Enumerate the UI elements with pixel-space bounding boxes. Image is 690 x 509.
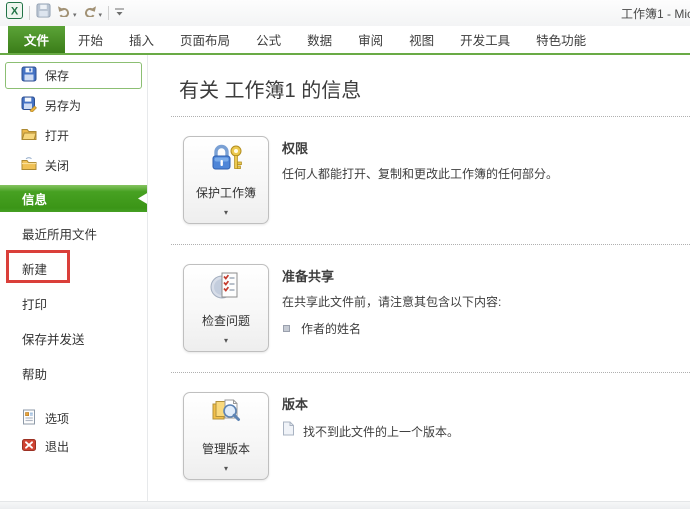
version-note: 找不到此文件的上一个版本。 [282, 421, 459, 441]
tab-view[interactable]: 视图 [396, 26, 447, 53]
dropdown-caret-icon [224, 458, 228, 476]
sidebar-item-label: 打开 [45, 128, 70, 143]
version-note-text: 找不到此文件的上一个版本。 [303, 424, 460, 439]
quick-access-toolbar: X [6, 2, 125, 24]
manage-versions-button[interactable]: 管理版本 [183, 392, 269, 480]
tab-file[interactable]: 文件 [8, 26, 66, 53]
tab-special-features[interactable]: 特色功能 [523, 26, 599, 53]
version-file-icon [282, 421, 295, 441]
sidebar-item-exit[interactable]: 退出 [0, 433, 147, 460]
floppy-icon [21, 66, 37, 85]
window-bottom-edge [0, 501, 690, 509]
backstage-nav: 信息 最近所用文件 新建 打印 保存并发送 帮助 [0, 185, 147, 394]
undo-dropdown-caret-icon[interactable] [73, 4, 77, 22]
button-label: 保护工作簿 [195, 185, 256, 200]
tab-data[interactable]: 数据 [294, 26, 345, 53]
undo-icon [57, 4, 71, 22]
sidebar-item-print[interactable]: 打印 [0, 289, 147, 317]
protect-workbook-button[interactable]: 保护工作簿 [183, 136, 269, 224]
sidebar-item-info[interactable]: 信息 [0, 185, 147, 212]
tab-insert[interactable]: 插入 [116, 26, 167, 53]
section-heading: 版本 [282, 397, 309, 412]
svg-text:X: X [11, 6, 19, 18]
section-heading: 权限 [282, 141, 309, 156]
save-as-icon [21, 96, 37, 115]
save-icon[interactable] [36, 3, 51, 23]
close-folder-icon [21, 156, 37, 175]
tab-formulas[interactable]: 公式 [243, 26, 294, 53]
sidebar-item-close[interactable]: 关闭 [0, 151, 147, 179]
share-issue-label: 作者的姓名 [301, 322, 362, 336]
sidebar-item-label: 选项 [45, 412, 70, 426]
sidebar-item-options[interactable]: 选项 [0, 405, 147, 432]
sidebar-item-label: 另存为 [45, 98, 82, 113]
redo-button[interactable] [83, 4, 103, 22]
check-issues-button[interactable]: 检查问题 [183, 264, 269, 352]
window-title: 工作簿1 - Mic [620, 6, 690, 21]
tab-home[interactable]: 开始 [65, 26, 116, 53]
manage-versions-icon [209, 397, 243, 436]
ribbon-tab-row: 文件 开始 插入 页面布局 公式 数据 审阅 视图 开发工具 特色功能 [0, 26, 690, 55]
exit-icon [21, 437, 37, 456]
toolbar-separator [108, 6, 110, 20]
undo-button[interactable] [57, 4, 77, 22]
permissions-text: 权限 任何人都能打开、复制和更改此工作簿的任何部分。 [282, 136, 558, 182]
dropdown-caret-icon [224, 330, 228, 348]
lock-key-icon [208, 141, 244, 180]
redo-icon [83, 4, 97, 22]
prepare-sharing-section: 检查问题 准备共享 在共享此文件前，请注意其包含以下内容: 作者的姓名 [148, 245, 690, 372]
button-label: 管理版本 [201, 441, 250, 456]
dropdown-caret-icon [224, 202, 228, 220]
section-heading: 准备共享 [282, 269, 335, 284]
sidebar-item-save-and-send[interactable]: 保存并发送 [0, 324, 147, 352]
share-issue-item: 作者的姓名 [283, 320, 501, 337]
sidebar-item-save[interactable]: 保存 [5, 62, 142, 89]
button-label: 检查问题 [201, 313, 250, 328]
sidebar-item-label: 新建 [22, 262, 48, 277]
options-icon [21, 409, 37, 428]
customize-qat-icon[interactable] [115, 4, 125, 22]
sidebar-bottom-group: 选项 退出 [0, 405, 147, 461]
sidebar-item-save-as[interactable]: 另存为 [0, 91, 147, 119]
tab-developer[interactable]: 开发工具 [447, 26, 523, 53]
backstage-sidebar: 保存 另存为 打开 关闭 信息 最近所用文件 新建 打印 保存并发送 帮助 选项… [0, 55, 148, 509]
tab-page-layout[interactable]: 页面布局 [167, 26, 243, 53]
section-description: 任何人都能打开、复制和更改此工作簿的任何部分。 [282, 167, 559, 181]
sidebar-item-label: 保存 [45, 69, 70, 83]
sidebar-item-recent[interactable]: 最近所用文件 [0, 219, 147, 247]
sidebar-item-label: 退出 [45, 440, 70, 454]
versions-text: 版本 找不到此文件的上一个版本。 [282, 392, 459, 441]
page-title: 有关 工作簿1 的信息 [179, 80, 362, 102]
backstage-main: 保存 另存为 打开 关闭 信息 最近所用文件 新建 打印 保存并发送 帮助 选项… [0, 55, 690, 509]
inspect-document-icon [209, 269, 243, 308]
bullet-square-icon [283, 325, 290, 332]
info-pane: 有关 工作簿1 的信息 保护工作簿 权限 任何人都能打开、复制和更改此工作簿的任… [148, 55, 690, 509]
sidebar-item-new[interactable]: 新建 [0, 250, 147, 283]
toolbar-separator [29, 6, 30, 20]
permissions-section: 保护工作簿 权限 任何人都能打开、复制和更改此工作簿的任何部分。 [148, 117, 690, 244]
versions-section: 管理版本 版本 找不到此文件的上一个版本。 [148, 373, 690, 500]
sidebar-item-label: 关闭 [45, 158, 70, 173]
redo-dropdown-caret-icon[interactable] [99, 4, 103, 22]
section-description: 在共享此文件前，请注意其包含以下内容: [282, 295, 502, 309]
tab-review[interactable]: 审阅 [345, 26, 396, 53]
excel-logo-icon[interactable]: X [6, 2, 23, 24]
excel-backstage-window: X 工作簿1 - Mic [0, 0, 690, 509]
sidebar-item-open[interactable]: 打开 [0, 121, 147, 149]
open-folder-icon [21, 126, 37, 145]
prepare-sharing-text: 准备共享 在共享此文件前，请注意其包含以下内容: 作者的姓名 [282, 264, 501, 337]
title-bar: X 工作簿1 - Mic [0, 0, 690, 26]
sidebar-item-help[interactable]: 帮助 [0, 359, 147, 387]
